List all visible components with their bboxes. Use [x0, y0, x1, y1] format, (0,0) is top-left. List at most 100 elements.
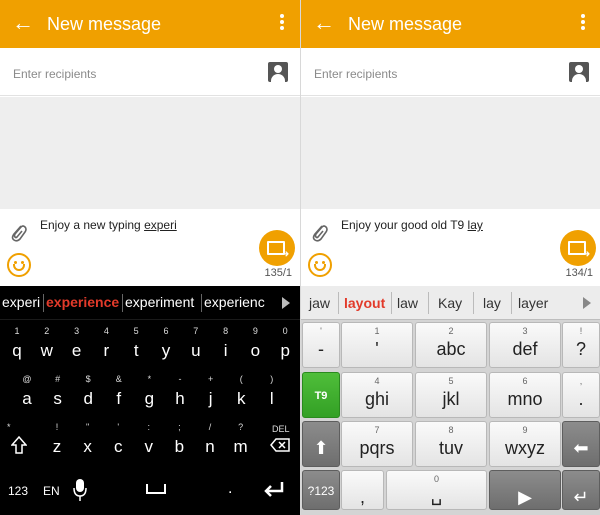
t9-key-row1-2[interactable]: 2 abc [415, 322, 487, 368]
key-k[interactable]: (k [226, 372, 256, 418]
key-hint: & [115, 374, 122, 384]
t9-keyboard: jaw layout law Kay lay layer ' -1 ' 2 abc 3 de… [301, 286, 600, 515]
suggestion-item-primary[interactable]: experience [46, 294, 119, 310]
message-input[interactable]: Enjoy a new typing experi [40, 218, 177, 232]
key-m[interactable]: ? m [226, 420, 256, 466]
key-t[interactable]: 5t [121, 324, 151, 370]
microphone-icon[interactable] [73, 478, 87, 502]
key-hint: ) [270, 374, 274, 384]
more-options-icon[interactable] [274, 12, 290, 36]
key-label: x [83, 437, 92, 456]
key-hint: $ [85, 374, 91, 384]
key-j[interactable]: + j [196, 372, 226, 418]
t9-key-row3-2[interactable]: 8 tuv [415, 421, 487, 467]
suggestion-item[interactable]: experienc [204, 294, 268, 310]
more-suggestions-icon[interactable] [282, 297, 290, 309]
period-key[interactable]: . [228, 480, 232, 498]
key-v[interactable]: :v [134, 420, 164, 466]
key-hint: 0 [282, 326, 288, 336]
key-w[interactable]: 2w [32, 324, 62, 370]
page-title: New message [47, 14, 162, 34]
recipients-field[interactable]: Enter recipients [301, 48, 600, 96]
t9-key-row2-4[interactable]: ,. [562, 372, 600, 418]
t9-key-row3-3[interactable]: 9 wxyz [489, 421, 561, 467]
suggestion-item[interactable]: experi [2, 294, 40, 310]
key-f[interactable]: & f [104, 372, 134, 418]
suggestion-item[interactable]: layer [518, 295, 548, 311]
key-n[interactable]: / n [195, 420, 225, 466]
enter-icon[interactable] [263, 481, 285, 499]
t9-key-row1-0[interactable]: ' - [302, 322, 340, 368]
suggestion-item[interactable]: lay [483, 295, 501, 311]
more-suggestions-icon[interactable] [583, 297, 591, 309]
attach-icon[interactable] [9, 221, 27, 243]
contact-picker-icon[interactable] [569, 62, 589, 82]
key-g[interactable]: * g [134, 372, 164, 418]
page-title: New message [348, 14, 463, 34]
t9-key-row2-3[interactable]: 6 mno [489, 372, 561, 418]
key-y[interactable]: 6y [151, 324, 181, 370]
key-hint: 8 [223, 326, 229, 336]
key-h[interactable]: -h [165, 372, 195, 418]
t9-key-row3-0[interactable]: ⬆ [302, 421, 340, 467]
suggestion-item[interactable]: jaw [309, 295, 330, 311]
left-screen: ← New message Enter recipients Enjoy a n… [0, 0, 300, 515]
key-d[interactable]: $ d [73, 372, 103, 418]
compose-area[interactable]: Enjoy a new typing experi ➜ 135/1 [0, 209, 300, 286]
t9-key-row3-1[interactable]: 7 pqrs [341, 421, 413, 467]
compose-area[interactable]: Enjoy your good old T9 lay ➜ 134/1 [301, 209, 600, 286]
send-button[interactable]: ➜ [259, 230, 295, 266]
t9-key-row1-1[interactable]: 1 ' [341, 322, 413, 368]
t9-key-row4-4[interactable]: ↵ [562, 470, 600, 510]
key-i[interactable]: 8i [211, 324, 241, 370]
key-label: w [40, 341, 53, 360]
key-s[interactable]: # s [43, 372, 73, 418]
key-o[interactable]: 9o [240, 324, 270, 370]
attach-icon[interactable] [310, 221, 328, 243]
more-options-icon[interactable] [575, 12, 591, 36]
contact-picker-icon[interactable] [268, 62, 288, 82]
emoji-icon[interactable] [7, 253, 31, 277]
t9-key-row2-0[interactable]: T9 [302, 372, 340, 418]
language-key[interactable]: EN [43, 484, 60, 498]
suggestion-item[interactable]: Kay [438, 295, 462, 311]
key-e[interactable]: 3e [62, 324, 92, 370]
key-label: d [83, 389, 93, 408]
key-hint: / [208, 422, 212, 432]
key-u[interactable]: 7u [181, 324, 211, 370]
t9-key-row2-2[interactable]: 5 jkl [415, 372, 487, 418]
key-l[interactable]: ) l [257, 372, 287, 418]
key-c[interactable]: ' c [103, 420, 133, 466]
delete-key[interactable]: DEL [264, 420, 296, 466]
key-label: ?123 [307, 484, 335, 498]
key-label: u [191, 341, 201, 360]
key-x[interactable]: " x [73, 420, 103, 466]
suggestion-item-primary[interactable]: layout [344, 295, 385, 311]
t9-key-row4-0[interactable]: ?123 [302, 470, 340, 510]
message-input[interactable]: Enjoy your good old T9 lay [341, 218, 483, 232]
recipients-field[interactable]: Enter recipients [0, 48, 300, 96]
suggestion-item[interactable]: experiment [125, 294, 194, 310]
emoji-icon[interactable] [308, 253, 332, 277]
t9-key-row1-3[interactable]: 3 def [489, 322, 561, 368]
t9-key-row4-2[interactable]: 0 ␣ [386, 470, 487, 510]
t9-key-row1-4[interactable]: !? [562, 322, 600, 368]
t9-key-row3-4[interactable]: ⬅ [562, 421, 600, 467]
app-bar: ← New message [301, 0, 600, 48]
t9-key-row4-3[interactable]: ▶ [489, 470, 561, 510]
key-z[interactable]: ! z [42, 420, 72, 466]
shift-key[interactable]: * [5, 420, 35, 466]
key-p[interactable]: 0p [270, 324, 300, 370]
key-r[interactable]: 4r [91, 324, 121, 370]
numbers-key[interactable]: 123 [8, 484, 28, 498]
key-b[interactable]: ; b [164, 420, 194, 466]
back-arrow-icon[interactable]: ← [311, 10, 337, 36]
suggestion-item[interactable]: law [397, 295, 418, 311]
t9-key-row2-1[interactable]: 4 ghi [341, 372, 413, 418]
key-a[interactable]: @ a [12, 372, 42, 418]
back-arrow-icon[interactable]: ← [10, 10, 36, 36]
key-q[interactable]: 1q [2, 324, 32, 370]
t9-key-row4-1[interactable]: , [341, 470, 384, 510]
send-button[interactable]: ➜ [560, 230, 596, 266]
space-key[interactable] [146, 484, 166, 494]
